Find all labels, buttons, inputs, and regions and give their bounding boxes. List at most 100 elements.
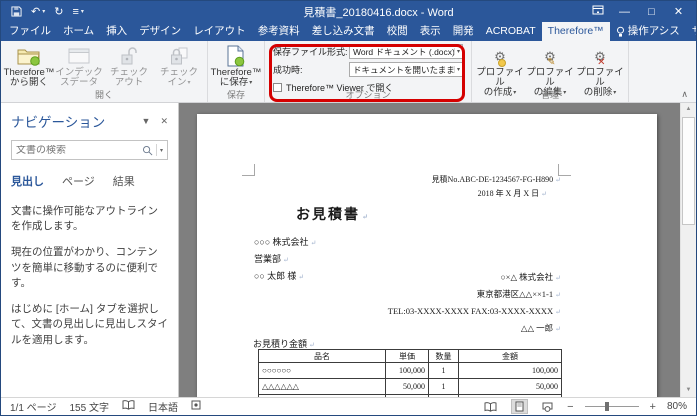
document-canvas: 見積No.ABC-DE-1234567-FG-H890 2018 年 X 月 X… xyxy=(179,103,680,397)
quick-access-toolbar: ↶ ▾ ↻ ≡ ▾ xyxy=(5,5,173,18)
navigation-help-text: 文書に操作可能なアウトラインを作成します。 現在の位置がわかり、コンテンツを簡単… xyxy=(11,204,168,348)
scroll-up-icon[interactable]: ▲ xyxy=(681,103,696,116)
ribbon-group-manage: ⚙ プロファイル の作成 ▾ ⚙✎ プロファイル の編集 ▾ ⚙✕ プロファイル xyxy=(472,41,629,102)
minimize-button[interactable]: — xyxy=(611,6,638,18)
tab-insert[interactable]: 挿入 xyxy=(100,22,133,41)
tab-mailings[interactable]: 差し込み文書 xyxy=(306,22,381,41)
group-label-open: 開く xyxy=(1,88,207,101)
check-in-caret-icon: ▾ xyxy=(188,78,191,88)
viewer-checkbox-label: Therefore™ Viewer で開く xyxy=(286,81,393,94)
edit-profile-icon: ⚙✎ xyxy=(544,44,556,68)
ribbon-group-save: Therefore™ に保存 ▾ 保存 xyxy=(208,41,265,102)
document-title: お見積書 xyxy=(296,204,370,224)
quote-number: 見積No.ABC-DE-1234567-FG-H890 xyxy=(432,174,561,185)
qat-customize-button[interactable]: ≡ ▾ xyxy=(72,6,83,18)
zoom-out-button[interactable]: − xyxy=(567,401,573,413)
check-out-button[interactable]: チェック アウト xyxy=(104,43,154,88)
undo-caret-icon: ▾ xyxy=(42,8,45,15)
qat-caret-icon: ▾ xyxy=(81,8,84,15)
vertical-scrollbar[interactable]: ▲ ▼ xyxy=(680,103,696,397)
undo-button[interactable]: ↶ ▾ xyxy=(31,5,45,18)
save-caret-icon: ▾ xyxy=(249,78,252,88)
search-icon xyxy=(142,145,153,156)
tab-design[interactable]: デザイン xyxy=(133,22,187,41)
maximize-button[interactable]: □ xyxy=(638,6,665,18)
on-success-dropdown[interactable]: ドキュメントを開いたままにする ▾ xyxy=(349,62,463,77)
therefore-open-button[interactable]: Therefore™ から開く xyxy=(4,43,54,88)
nav-tab-headings[interactable]: 見出し xyxy=(11,173,44,189)
nav-tab-pages[interactable]: ページ xyxy=(62,173,95,189)
table-header-row: 品名 単価 数量 金額 xyxy=(259,350,562,363)
nav-tab-results[interactable]: 結果 xyxy=(113,173,135,189)
group-label-manage: 管理 xyxy=(472,88,628,101)
save-format-dropdown[interactable]: Word ドキュメント (.docx) ▾ xyxy=(349,44,463,59)
save-icon[interactable] xyxy=(11,6,22,17)
redo-button[interactable]: ↻ xyxy=(54,5,63,18)
table-row: ○○○○○○ 100,000 1 100,000 xyxy=(259,363,562,379)
zoom-in-button[interactable]: + xyxy=(650,401,656,413)
ribbon-therefore: Therefore™ から開く インデック スデータ チェック アウト xyxy=(1,41,696,103)
web-layout-button[interactable] xyxy=(539,401,556,413)
page-indicator[interactable]: 1/1 ページ xyxy=(10,399,56,414)
viewer-checkbox[interactable] xyxy=(273,83,282,92)
tab-developer[interactable]: 開発 xyxy=(447,22,480,41)
macro-record-icon[interactable] xyxy=(191,400,201,413)
collapse-ribbon-button[interactable]: ∧ xyxy=(681,89,688,100)
tab-review[interactable]: 校閲 xyxy=(381,22,414,41)
proofing-icon[interactable] xyxy=(122,400,135,413)
tab-file[interactable]: ファイル xyxy=(3,22,57,41)
save-to-therefore-icon xyxy=(226,44,246,68)
language-indicator[interactable]: 日本語 xyxy=(148,399,178,414)
nav-close-icon[interactable]: ✕ xyxy=(160,116,168,127)
word-count[interactable]: 155 文字 xyxy=(69,399,108,414)
print-layout-icon xyxy=(515,401,524,412)
quote-date: 2018 年 X 月 X 日 xyxy=(478,188,547,199)
tell-me-assistant[interactable]: 操作アシス xyxy=(610,22,686,41)
dropdown-caret-icon: ▾ xyxy=(454,66,460,73)
save-format-label: 保存ファイル形式: xyxy=(273,45,349,58)
save-to-therefore-button[interactable]: Therefore™ に保存 ▾ xyxy=(211,43,261,88)
zoom-level[interactable]: 80% xyxy=(667,401,687,412)
lock-icon xyxy=(170,44,188,68)
tab-references[interactable]: 参考資料 xyxy=(252,22,306,41)
nav-options-caret-icon[interactable]: ▼ xyxy=(142,116,151,127)
search-options-caret-icon[interactable]: ▾ xyxy=(160,147,163,154)
menu-icon: ≡ xyxy=(72,6,78,18)
tab-view[interactable]: 表示 xyxy=(414,22,447,41)
tabbar-right: 操作アシス サインイン 共有 xyxy=(610,22,696,41)
on-success-label: 成功時: xyxy=(273,63,349,76)
read-mode-button[interactable] xyxy=(481,401,500,413)
sign-in-button[interactable]: サインイン xyxy=(686,22,696,41)
document-page[interactable]: 見積No.ABC-DE-1234567-FG-H890 2018 年 X 月 X… xyxy=(197,114,657,397)
navigation-tabs: 見出し ページ 結果 xyxy=(11,173,168,189)
ribbon-group-open: Therefore™ から開く インデック スデータ チェック アウト xyxy=(1,41,208,102)
tab-acrobat[interactable]: ACROBAT xyxy=(480,22,542,41)
content-area: ナビゲーション ▼ ✕ ▾ 見出し ページ 結果 文書に操作可能なアウトラインを… xyxy=(1,103,696,397)
ribbon-display-options-button[interactable] xyxy=(584,5,611,18)
print-layout-button[interactable] xyxy=(511,399,528,414)
group-label-save: 保存 xyxy=(208,88,264,101)
navigation-pane: ナビゲーション ▼ ✕ ▾ 見出し ページ 結果 文書に操作可能なアウトラインを… xyxy=(1,103,179,397)
zoom-slider-thumb[interactable] xyxy=(605,402,609,411)
close-button[interactable]: ✕ xyxy=(665,5,692,18)
search-input[interactable] xyxy=(16,145,139,156)
check-in-button[interactable]: チェック イン ▾ xyxy=(154,43,204,88)
tab-layout[interactable]: レイアウト xyxy=(187,22,252,41)
delete-profile-icon: ⚙✕ xyxy=(594,44,606,68)
quote-table: 品名 単価 数量 金額 ○○○○○○ 100,000 1 100,000 △△△… xyxy=(258,349,562,397)
tab-home[interactable]: ホーム xyxy=(57,22,100,41)
scroll-down-icon[interactable]: ▼ xyxy=(681,384,696,397)
sender-block: ○×△ 株式会社 東京都港区△△××1-1 TEL:03-XXXX-XXXX F… xyxy=(388,269,561,337)
tab-therefore[interactable]: Therefore™ xyxy=(542,22,610,41)
document-search-box[interactable]: ▾ xyxy=(11,140,168,160)
recipient-block: ○○○ 株式会社 営業部 ○○ 太郎 様 xyxy=(254,234,316,285)
ribbon-group-options: 保存ファイル形式: Word ドキュメント (.docx) ▾ 成功時: ドキュ… xyxy=(265,41,472,102)
scrollbar-thumb[interactable] xyxy=(682,117,695,225)
zoom-slider[interactable] xyxy=(585,406,639,407)
index-data-button[interactable]: インデック スデータ xyxy=(54,43,104,88)
margin-corner-mark xyxy=(242,164,255,176)
open-from-therefore-icon xyxy=(17,44,41,68)
navigation-pane-title: ナビゲーション xyxy=(11,111,105,131)
window-controls: — □ ✕ xyxy=(584,5,692,18)
table-row: △△△△△△ 50,000 1 50,000 xyxy=(259,379,562,395)
